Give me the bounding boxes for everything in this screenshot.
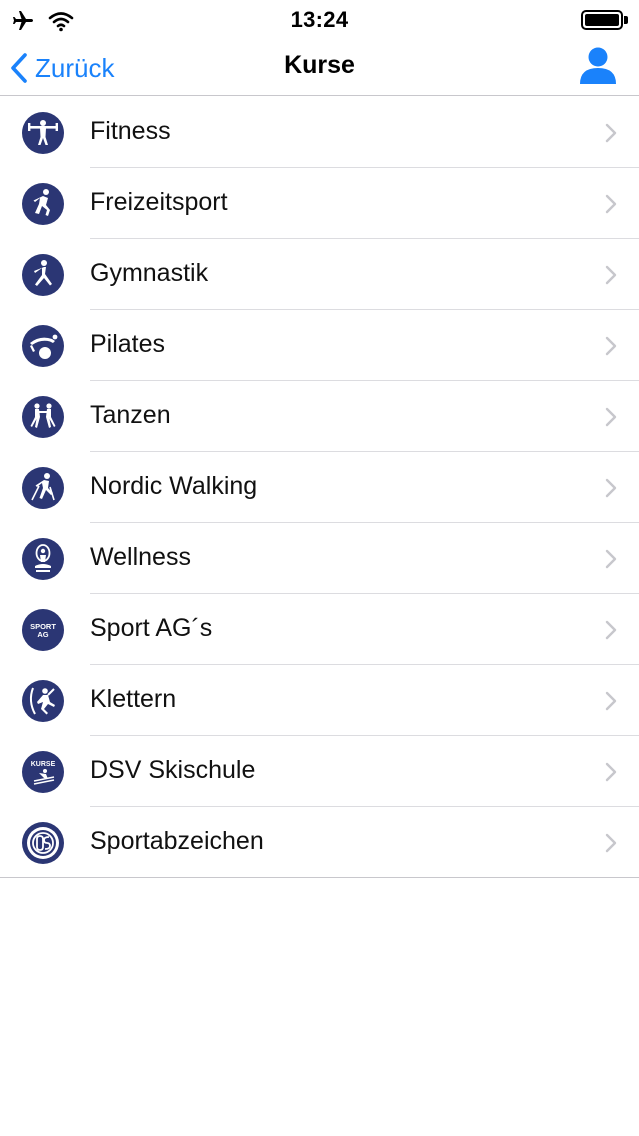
chevron-right-icon	[605, 194, 617, 214]
list-item-sport-ag[interactable]: SPORT AG Sport AG´s	[0, 594, 639, 665]
ski-school-icon: KURSE	[22, 751, 64, 793]
chevron-right-icon	[605, 549, 617, 569]
chevron-right-icon	[605, 691, 617, 711]
pilates-icon	[22, 325, 64, 367]
running-icon	[22, 183, 64, 225]
sport-ag-icon-text-2: AG	[37, 630, 48, 639]
list-item-fitness[interactable]: Fitness	[0, 97, 639, 168]
list-item-label: Nordic Walking	[90, 472, 258, 500]
chevron-right-icon	[605, 762, 617, 782]
chevron-right-icon	[605, 336, 617, 356]
list-item-pilates[interactable]: Pilates	[0, 310, 639, 381]
dance-icon	[22, 396, 64, 438]
fitness-icon	[22, 112, 64, 154]
sport-ag-icon: SPORT AG	[22, 609, 64, 651]
chevron-right-icon	[605, 833, 617, 853]
chevron-right-icon	[605, 123, 617, 143]
list-item-wellness[interactable]: Wellness	[0, 523, 639, 594]
course-list: Fitness Freizeitsport Gymnastik Pilates …	[0, 97, 639, 878]
profile-button[interactable]	[579, 46, 617, 86]
gymnastics-icon	[22, 254, 64, 296]
wellness-icon	[22, 538, 64, 580]
status-bar: 13:24	[0, 0, 639, 40]
list-item-label: Gymnastik	[90, 259, 209, 287]
ski-school-icon-text: KURSE	[31, 761, 56, 768]
chevron-right-icon	[605, 620, 617, 640]
chevron-right-icon	[605, 478, 617, 498]
battery-icon	[581, 10, 623, 30]
status-time: 13:24	[290, 7, 349, 32]
list-item-label: Tanzen	[90, 401, 171, 429]
list-item-label: Sportabzeichen	[90, 827, 264, 855]
list-item-sportabzeichen[interactable]: Sportabzeichen	[0, 807, 639, 878]
list-item-label: Fitness	[90, 117, 171, 145]
navigation-bar: Zurück Kurse	[0, 40, 639, 96]
chevron-right-icon	[605, 265, 617, 285]
list-item-freizeitsport[interactable]: Freizeitsport	[0, 168, 639, 239]
list-item-gymnastik[interactable]: Gymnastik	[0, 239, 639, 310]
list-item-dsv-skischule[interactable]: KURSE DSV Skischule	[0, 736, 639, 807]
list-item-label: Klettern	[90, 685, 177, 713]
climbing-icon	[22, 680, 64, 722]
screen: 13:24 Zurück Kurse Fitness Freizeitsport…	[0, 0, 639, 1136]
list-item-label: Freizeitsport	[90, 188, 228, 216]
list-item-label: DSV Skischule	[90, 756, 256, 784]
nordic-walking-icon	[22, 467, 64, 509]
list-item-klettern[interactable]: Klettern	[0, 665, 639, 736]
list-item-tanzen[interactable]: Tanzen	[0, 381, 639, 452]
list-item-label: Sport AG´s	[90, 614, 213, 642]
list-item-nordic-walking[interactable]: Nordic Walking	[0, 452, 639, 523]
list-item-label: Wellness	[90, 543, 191, 571]
person-icon	[580, 47, 616, 84]
battery-indicator	[581, 10, 631, 30]
chevron-right-icon	[605, 407, 617, 427]
list-item-label: Pilates	[90, 330, 166, 358]
sport-badge-icon	[22, 822, 64, 864]
page-title: Kurse	[284, 51, 355, 79]
